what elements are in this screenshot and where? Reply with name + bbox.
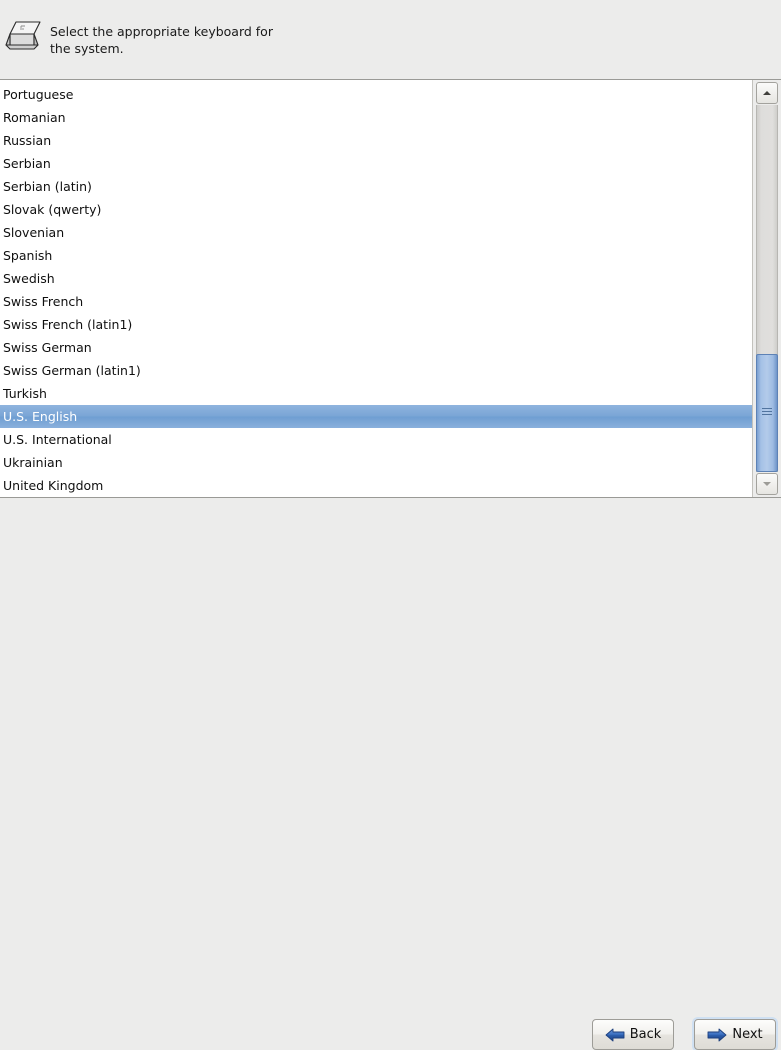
list-item[interactable]: Spanish bbox=[0, 244, 752, 267]
keyboard-list[interactable]: Portuguese Romanian Russian Serbian Serbian … bbox=[0, 83, 752, 497]
list-item[interactable]: Slovak (qwerty) bbox=[0, 198, 752, 221]
page-instruction: Select the appropriate keyboard for the … bbox=[50, 23, 350, 57]
list-item[interactable]: Romanian bbox=[0, 106, 752, 129]
scrollbar-thumb[interactable] bbox=[756, 354, 778, 472]
instruction-line-1: Select the appropriate keyboard for bbox=[50, 24, 273, 39]
keyboard-key-icon bbox=[4, 19, 46, 57]
list-item[interactable]: United Kingdom bbox=[0, 474, 752, 497]
arrow-left-icon bbox=[605, 1027, 625, 1043]
list-item[interactable]: Slovenian bbox=[0, 221, 752, 244]
list-item[interactable]: Portuguese bbox=[0, 83, 752, 106]
list-item[interactable]: Swiss German (latin1) bbox=[0, 359, 752, 382]
list-item[interactable]: Serbian (latin) bbox=[0, 175, 752, 198]
list-item[interactable]: Swiss French bbox=[0, 290, 752, 313]
footer-panel: Back Next bbox=[0, 498, 781, 1050]
list-item[interactable]: Russian bbox=[0, 129, 752, 152]
list-item[interactable]: Swedish bbox=[0, 267, 752, 290]
grip-lines-icon bbox=[762, 408, 772, 418]
triangle-down-icon bbox=[763, 482, 771, 486]
list-item[interactable]: Swiss French (latin1) bbox=[0, 313, 752, 336]
instruction-line-2: the system. bbox=[50, 41, 124, 56]
back-button[interactable]: Back bbox=[592, 1019, 674, 1050]
vertical-scrollbar[interactable] bbox=[752, 80, 781, 497]
keyboard-list-viewport: Portuguese Romanian Russian Serbian Serbian … bbox=[0, 80, 752, 497]
list-item[interactable]: Swiss German bbox=[0, 336, 752, 359]
header-panel: Select the appropriate keyboard for the … bbox=[0, 0, 781, 79]
arrow-right-icon bbox=[707, 1027, 727, 1043]
scrollbar-up-button[interactable] bbox=[756, 82, 778, 104]
triangle-up-icon bbox=[763, 91, 771, 95]
scrollbar-down-button[interactable] bbox=[756, 473, 778, 495]
list-item[interactable]: Turkish bbox=[0, 382, 752, 405]
next-button-label: Next bbox=[732, 1026, 763, 1042]
keyboard-list-panel: Portuguese Romanian Russian Serbian Serbian … bbox=[0, 79, 781, 498]
list-item[interactable]: U.S. English bbox=[0, 405, 752, 428]
list-item[interactable]: Ukrainian bbox=[0, 451, 752, 474]
list-item[interactable]: U.S. International bbox=[0, 428, 752, 451]
next-button[interactable]: Next bbox=[694, 1019, 776, 1050]
list-item[interactable]: Serbian bbox=[0, 152, 752, 175]
back-button-label: Back bbox=[629, 1026, 662, 1042]
